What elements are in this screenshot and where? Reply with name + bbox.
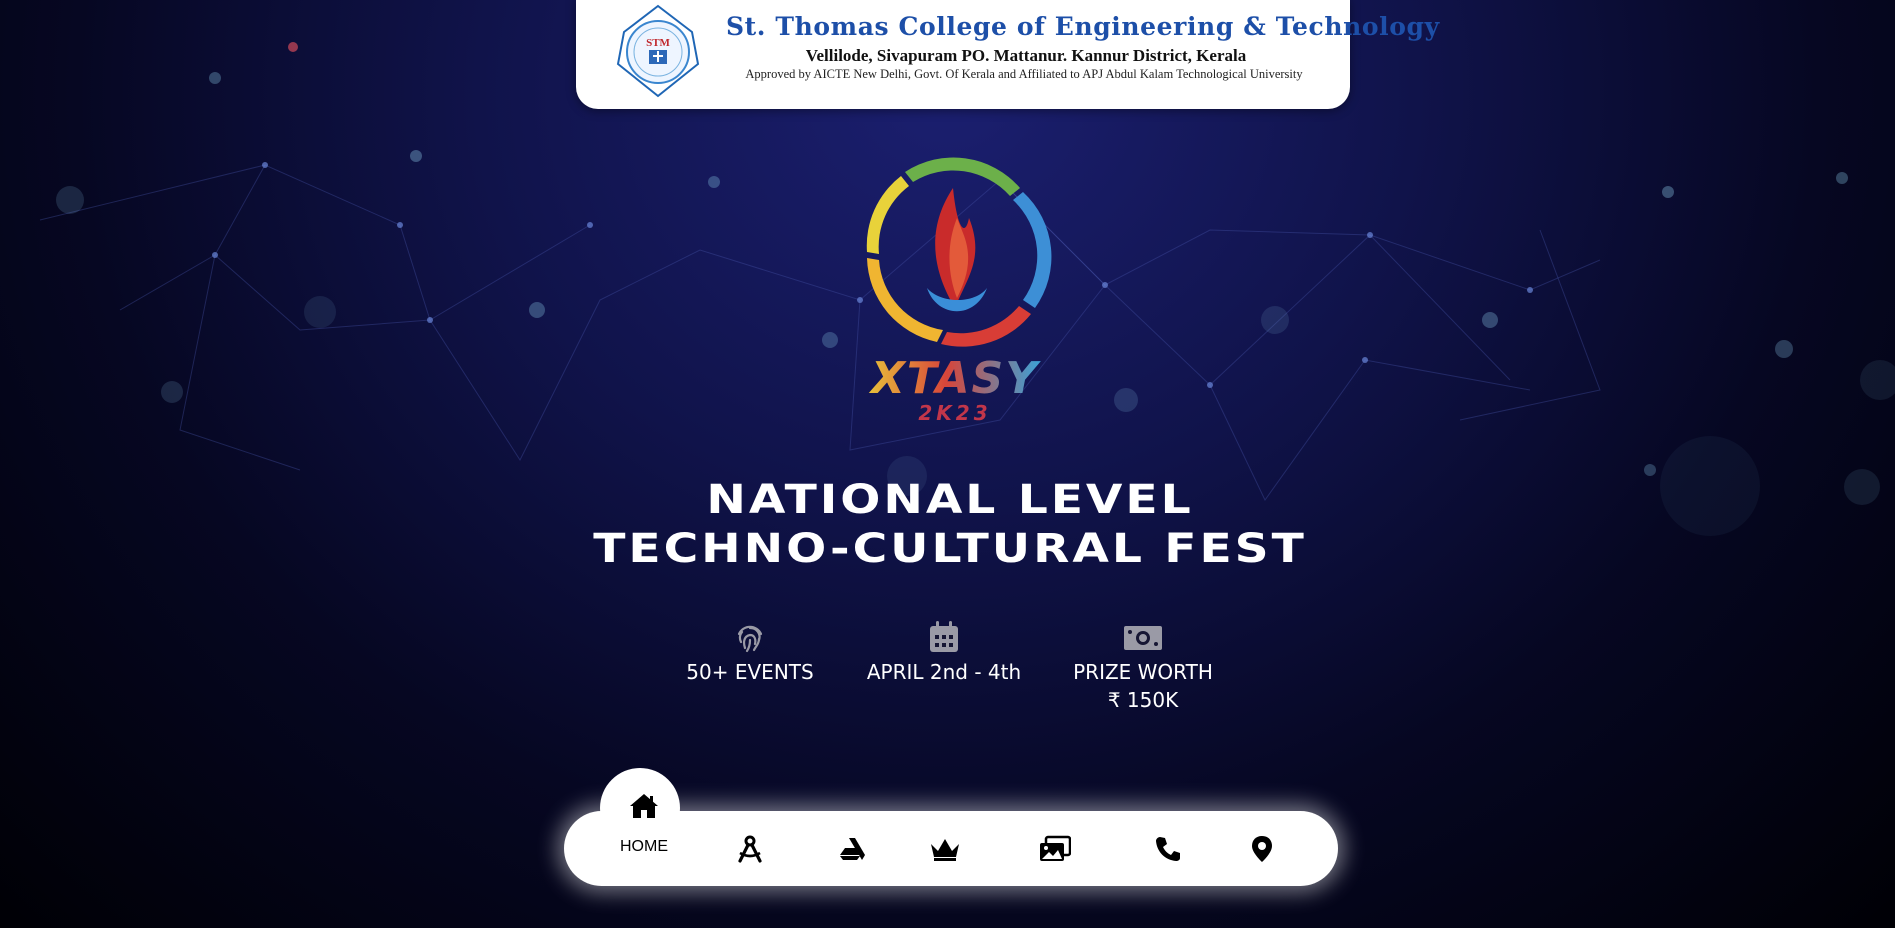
nav-item-home[interactable] — [620, 786, 668, 826]
svg-text:STM: STM — [646, 37, 670, 49]
svg-text:XTASY: XTASY — [868, 353, 1041, 404]
nav-item-location[interactable] — [1242, 829, 1282, 869]
college-name: St. Thomas College of Engineering & Tech… — [726, 12, 1440, 41]
images-icon — [1040, 835, 1071, 861]
fest-headline: NATIONAL LEVEL TECHNO-CULTURAL FEST — [466, 476, 1434, 574]
compass-drafting-icon — [738, 835, 762, 863]
stat-prize: PRIZE WORTH ₹ 150K — [1068, 620, 1218, 714]
artstation-icon — [840, 838, 865, 860]
location-pin-icon — [1252, 836, 1272, 862]
headline-line-2: TECHNO-CULTURAL FEST — [593, 526, 1307, 572]
nav-item-contact[interactable] — [1148, 829, 1188, 869]
fingerprint-icon — [737, 625, 763, 653]
stat-dates-text: APRIL 2nd - 4th — [866, 660, 1022, 684]
crown-icon — [931, 839, 959, 861]
nav-item-about[interactable] — [832, 829, 872, 869]
nav-item-proshows[interactable] — [924, 829, 966, 869]
headline-line-1: NATIONAL LEVEL — [706, 477, 1194, 523]
phone-icon — [1156, 837, 1180, 861]
calendar-icon — [930, 621, 958, 652]
college-address: Vellilode, Sivapuram PO. Mattanur. Kannu… — [805, 46, 1247, 65]
stat-events: 50+ EVENTS — [680, 620, 820, 686]
nav-item-gallery[interactable] — [1034, 829, 1076, 869]
nav-label-home: HOME — [620, 838, 668, 855]
college-approval: Approved by AICTE New Delhi, Govt. Of Ke… — [745, 67, 1303, 81]
svg-text:2K23: 2K23 — [918, 401, 991, 425]
home-icon — [630, 794, 658, 818]
college-banner: STM St. Thomas College of Engineering & … — [576, 0, 1440, 109]
xtasy-fest-logo: XTASY 2K23 — [866, 157, 1052, 425]
stat-prize-line-1: PRIZE WORTH — [1073, 660, 1213, 684]
money-icon — [1124, 626, 1162, 650]
stat-events-text: 50+ EVENTS — [686, 660, 814, 684]
stat-dates: APRIL 2nd - 4th — [858, 620, 1030, 686]
nav-item-events[interactable] — [730, 829, 770, 869]
college-seal-icon: STM — [616, 4, 700, 98]
background-network — [39, 42, 1895, 536]
stat-prize-line-2: ₹ 150K — [1107, 688, 1179, 712]
